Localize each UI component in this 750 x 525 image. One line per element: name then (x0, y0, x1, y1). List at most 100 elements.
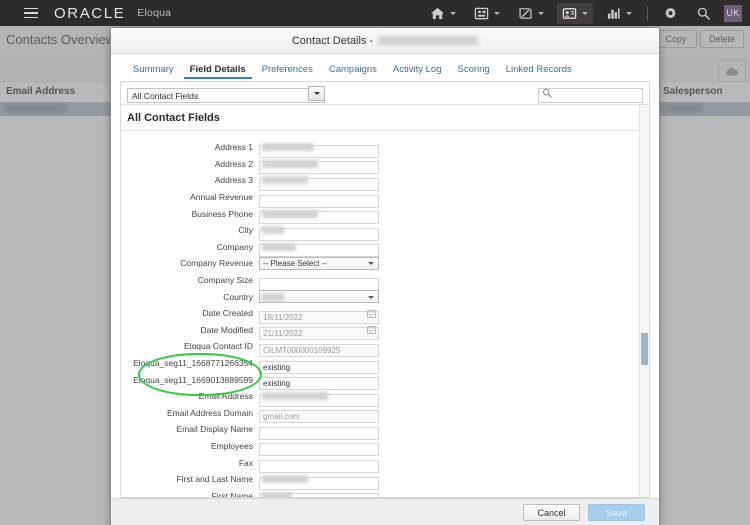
field-details-panel: All Contact Fields Address 1Address 2Add… (120, 81, 650, 498)
field-set-input[interactable] (127, 88, 325, 103)
field-row: Annual Revenue (121, 189, 649, 208)
chevron-down-icon (494, 11, 500, 15)
field-control (259, 406, 379, 424)
field-row: Eloqua_seg11_1669013889599 (121, 371, 649, 391)
field-select[interactable]: -- Please Select -- (259, 256, 379, 270)
field-row: Employees (121, 438, 649, 457)
field-input[interactable] (259, 460, 379, 474)
field-value-redacted (262, 292, 284, 301)
oracle-top-navbar: ORACLE Eloqua UK (0, 0, 750, 26)
field-label: Eloqua Contact ID (184, 341, 253, 352)
field-value-redacted (262, 226, 284, 235)
dialog-footer: Cancel Save (111, 498, 659, 525)
field-control (259, 357, 379, 374)
field-value-redacted (262, 143, 314, 152)
field-label: Email Display Name (176, 424, 253, 435)
field-row: Company Size (121, 272, 649, 291)
field-label: Date Created (202, 308, 253, 319)
field-control (259, 373, 379, 391)
field-input[interactable] (259, 327, 379, 341)
field-input[interactable] (259, 377, 379, 391)
app-name-label: Eloqua (137, 7, 172, 19)
field-set-dropdown-button[interactable] (308, 85, 325, 101)
tab-campaigns[interactable]: Campaigns (321, 61, 385, 79)
fields-search-input[interactable] (538, 88, 643, 103)
field-control (259, 489, 379, 497)
field-row: Address 1 (121, 139, 649, 158)
calendar-icon[interactable] (367, 325, 376, 335)
field-label: Address 3 (214, 175, 253, 186)
chevron-down-icon (450, 11, 456, 15)
field-set-selector[interactable] (127, 85, 325, 103)
field-input[interactable] (259, 343, 379, 357)
field-input[interactable] (259, 360, 379, 374)
fields-scrollbar[interactable] (639, 105, 649, 497)
field-control (259, 423, 379, 440)
field-row: Email Display Name (121, 421, 649, 440)
top-nav-actions: UK (421, 2, 750, 24)
nav-contacts[interactable] (557, 2, 593, 24)
edit-pencil-icon (519, 7, 532, 19)
chevron-down-icon (626, 11, 632, 15)
field-label: Company Size (197, 275, 253, 286)
field-label: City (238, 225, 253, 236)
field-label: Email Address Domain (167, 407, 253, 418)
field-value-redacted (262, 491, 292, 497)
fields-scrollbar-thumb[interactable] (641, 333, 648, 365)
field-control (259, 141, 379, 158)
field-input[interactable] (259, 426, 379, 440)
nav-edit[interactable] (513, 3, 549, 24)
tab-linked-records[interactable]: Linked Records (498, 61, 580, 79)
field-row: First and Last Name (121, 471, 649, 490)
field-control (259, 323, 379, 341)
hamburger-menu-icon[interactable] (24, 7, 38, 19)
tab-summary[interactable]: Summary (125, 61, 182, 79)
field-label: Company Revenue (180, 258, 253, 269)
cancel-button[interactable]: Cancel (523, 504, 580, 521)
save-button[interactable]: Save (588, 504, 645, 521)
contact-details-dialog: Contact Details - Summary Field Details … (110, 27, 660, 525)
field-input[interactable] (259, 410, 379, 424)
field-label: First Name (211, 490, 253, 497)
field-row: Country (121, 288, 649, 305)
chevron-down-icon (538, 11, 544, 15)
field-label: Country (223, 291, 253, 302)
nav-search[interactable] (691, 3, 716, 24)
tab-scoring[interactable]: Scoring (450, 61, 498, 79)
bar-chart-icon (607, 7, 620, 19)
dialog-title-bar: Contact Details - (111, 28, 659, 54)
field-row: Fax (121, 454, 649, 474)
user-avatar[interactable]: UK (724, 4, 742, 22)
nav-apps[interactable] (469, 3, 505, 24)
tab-field-details[interactable]: Field Details (182, 61, 254, 79)
fields-search[interactable] (538, 86, 643, 103)
field-input[interactable] (259, 194, 379, 208)
nav-settings[interactable] (658, 3, 683, 24)
oracle-logo: ORACLE (54, 4, 126, 22)
nav-home[interactable] (425, 3, 461, 24)
tab-preferences[interactable]: Preferences (254, 61, 321, 79)
fields-section-heading: All Contact Fields (121, 105, 649, 131)
calendar-icon[interactable] (367, 309, 376, 318)
field-label: Address 1 (214, 142, 253, 153)
field-row: Company Revenue -- Please Select -- (121, 255, 649, 272)
tab-activity-log[interactable]: Activity Log (385, 61, 450, 79)
nav-reports[interactable] (601, 3, 637, 24)
dialog-body: All Contact Fields Address 1Address 2Add… (111, 79, 659, 498)
apps-icon (474, 7, 489, 19)
field-label: Eloqua_seg11_1669013889599 (133, 374, 253, 385)
field-label: Fax (238, 457, 253, 468)
field-value-redacted (262, 242, 296, 251)
field-control (259, 157, 379, 175)
field-input[interactable] (259, 277, 379, 291)
dialog-tabs: Summary Field Details Preferences Campai… (111, 54, 659, 79)
field-input[interactable] (259, 443, 379, 457)
field-input[interactable] (259, 310, 379, 324)
field-control (259, 390, 379, 407)
field-control (259, 224, 379, 241)
field-select-value: -- Please Select -- (263, 258, 328, 268)
field-control (259, 240, 379, 258)
field-value-redacted (262, 392, 328, 401)
field-row: Company (121, 239, 649, 258)
field-label: Date Modified (200, 324, 253, 335)
